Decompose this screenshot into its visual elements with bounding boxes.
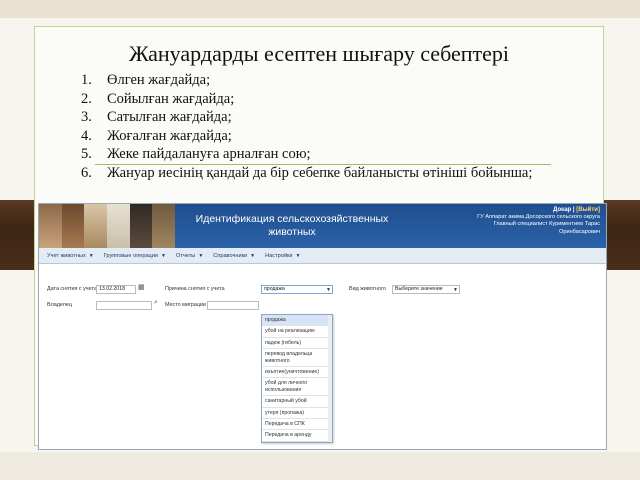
animals-banner [39, 204, 176, 248]
list-item: 4. Жоғалған жағдайда; [81, 127, 232, 144]
reason-dropdown: продажа убой на реализацию падеж (гибель… [261, 314, 333, 443]
user-name: Оринбасарович [558, 228, 600, 235]
chevron-down-icon[interactable]: ▼ [453, 287, 458, 293]
background-bottom [0, 452, 640, 480]
date-label: Дата снятия с учета [47, 286, 97, 292]
search-icon[interactable]: ⌕ [154, 299, 158, 307]
list-item: 5. Жеке пайдалануға арналған сою; [81, 146, 311, 163]
date-field[interactable]: 13.02.2018 [96, 285, 136, 294]
chevron-down-icon: ▼ [161, 252, 166, 259]
app-header: Идентификация сельскохозяйственных живот… [39, 204, 606, 248]
chevron-down-icon[interactable]: ▼ [326, 287, 331, 293]
main-menu: Учет животных ▼ Групповые операции ▼ Отчет… [39, 248, 606, 264]
dropdown-scrollbar[interactable] [328, 315, 332, 442]
animal-type-label: Вид животного [349, 286, 386, 292]
place-label: Место миграции [165, 302, 206, 308]
app-title: Идентификация сельскохозяйственных живот… [195, 213, 389, 238]
chevron-down-icon: ▼ [250, 252, 256, 259]
dropdown-option[interactable]: санитарный убой [262, 396, 332, 408]
menu-references[interactable]: Справочники ▼ [213, 253, 255, 259]
reason-label: Причина снятия с учета [165, 286, 225, 292]
list-item: 2. Сойылған жағдайда; [81, 90, 235, 107]
animal-type-select[interactable]: Выберите значение [392, 285, 460, 294]
owner-label: Владелец [47, 302, 72, 308]
reasons-list: 1. Өлген жағдайда; 2. Сойылған жағдайда; 3… [81, 71, 532, 183]
user-login: Докар [553, 207, 572, 213]
reason-select[interactable]: продажа [261, 285, 333, 294]
dropdown-option[interactable]: перевод владельца животного [262, 349, 332, 368]
list-item: 3. Сатылған жағдайда; [81, 109, 232, 126]
dropdown-option[interactable]: Передача в аренду [262, 430, 332, 442]
dropdown-option[interactable]: Передача в СПК [262, 419, 332, 431]
place-field[interactable] [207, 301, 259, 310]
list-item: 6. Жануар иесінің қандай да бір себепке б… [81, 164, 533, 181]
menu-reports[interactable]: Отчеты ▼ [176, 253, 203, 259]
decorative-line [95, 164, 551, 165]
dropdown-option[interactable]: убой для личного использования [262, 378, 332, 397]
owner-field[interactable] [96, 301, 152, 310]
chevron-down-icon: ▼ [88, 252, 94, 259]
chevron-down-icon: ▼ [198, 252, 204, 259]
filter-form: Дата снятия с учета 13.02.2018 ▦ Причина… [39, 264, 606, 449]
dropdown-option[interactable]: убой на реализацию [262, 326, 332, 338]
menu-settings[interactable]: Настройки ▼ [265, 253, 300, 259]
calendar-icon[interactable]: ▦ [138, 283, 145, 291]
app-screenshot: Идентификация сельскохозяйственных живот… [38, 203, 607, 450]
dropdown-option[interactable]: изъятие(уничтожение) [262, 367, 332, 379]
menu-animal-accounting[interactable]: Учет животных ▼ [47, 253, 94, 259]
dropdown-option[interactable]: продажа [262, 315, 332, 327]
menu-group-operations[interactable]: Групповые операции ▼ [104, 253, 166, 259]
user-role: Главный специалист Куриментиев Тарас [493, 221, 600, 228]
dropdown-option[interactable]: падеж (гибель) [262, 338, 332, 350]
slide-title: Жануардарды есептен шығару себептері [128, 41, 509, 66]
list-item: 1. Өлген жағдайда; [81, 72, 211, 88]
dropdown-option[interactable]: утеря (пропажа) [262, 408, 332, 420]
logout-link[interactable]: [Выйти] [576, 207, 600, 213]
user-info: Докар | [Выйти] ГУ Аппарат акима Досорск… [435, 207, 600, 236]
background-top [0, 0, 640, 18]
chevron-down-icon: ▼ [295, 252, 301, 259]
